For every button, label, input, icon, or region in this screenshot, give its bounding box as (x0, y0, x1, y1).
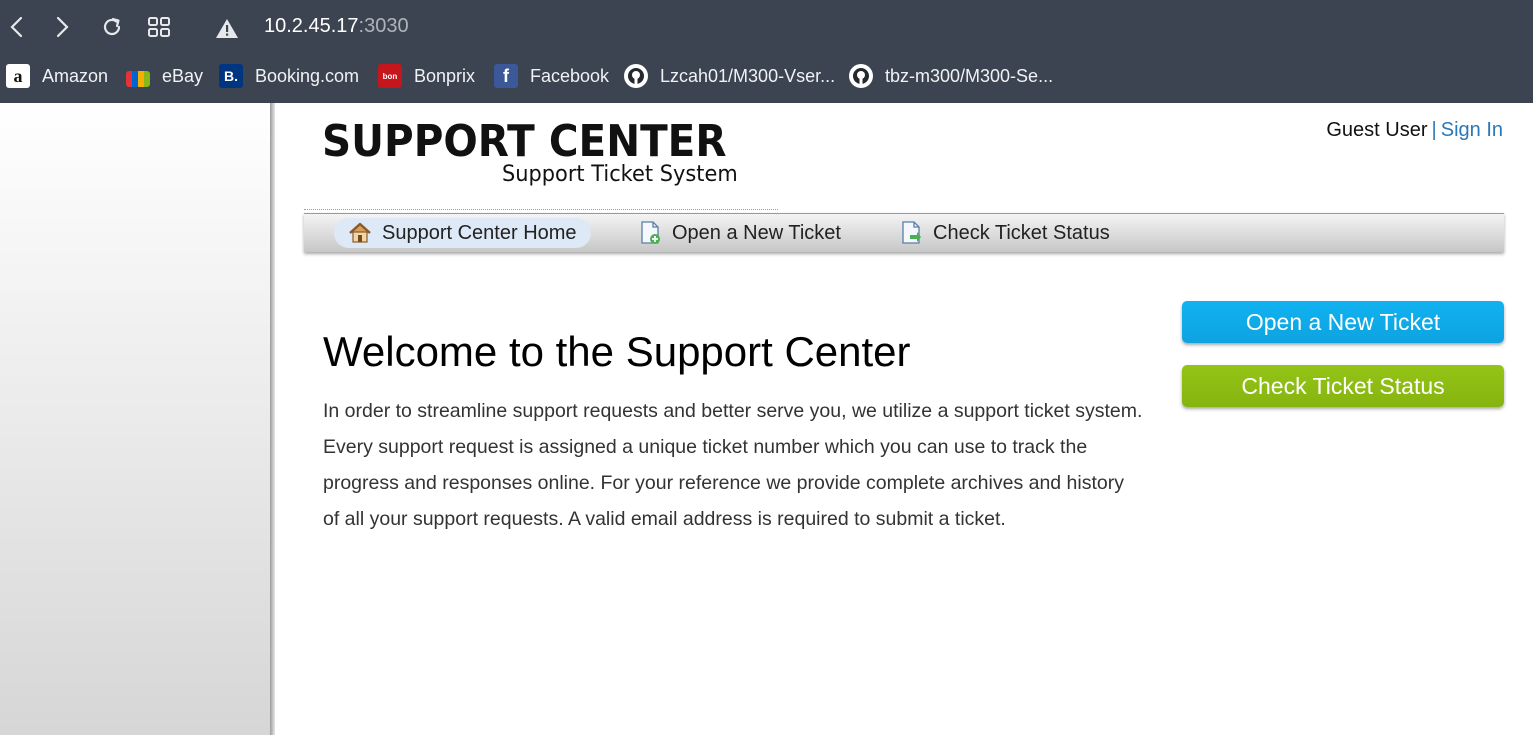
page-title: Welcome to the Support Center (323, 328, 911, 375)
content-shadow (270, 103, 275, 735)
apps-button[interactable] (142, 10, 176, 44)
bonprix-icon: bon (378, 64, 402, 88)
grid-icon (148, 17, 170, 37)
nav-label: Open a New Ticket (672, 221, 841, 244)
booking-icon: B. (219, 64, 243, 88)
bookmarks-bar: a Amazon eBay B. Booking.com bon Bonprix… (0, 58, 1533, 94)
bookmark-label: eBay (162, 65, 204, 86)
bookmark-github-tbz[interactable]: tbz-m300/M300-Se... (849, 62, 1053, 90)
forward-arrow-icon (56, 16, 69, 38)
welcome-paragraph: In order to streamline support requests … (323, 400, 1143, 530)
bookmark-bonprix[interactable]: bon Bonprix (378, 62, 475, 90)
header-divider (304, 209, 778, 210)
nav-label: Support Center Home (382, 221, 577, 244)
address-bar[interactable]: 10.2.45.17:3030 (264, 15, 409, 38)
bookmark-label: tbz-m300/M300-Se... (885, 65, 1054, 86)
forward-button[interactable] (45, 10, 79, 44)
bookmark-label: Booking.com (255, 65, 360, 86)
not-secure-warning-icon[interactable] (213, 14, 241, 42)
user-name: Guest User (1326, 119, 1428, 141)
nav-open-ticket[interactable]: Open a New Ticket (624, 218, 855, 248)
back-button[interactable] (0, 10, 34, 44)
page-gutter (0, 103, 272, 735)
github-icon (624, 64, 648, 88)
address-host: 10.2.45.17 (264, 15, 359, 37)
home-icon (348, 221, 372, 245)
bookmark-ebay[interactable]: eBay (126, 62, 203, 90)
user-separator: | (1431, 119, 1437, 141)
bookmark-booking[interactable]: B. Booking.com (219, 62, 359, 90)
nav-check-status[interactable]: Check Ticket Status (885, 218, 1124, 248)
bookmark-amazon[interactable]: a Amazon (6, 62, 108, 90)
main-nav: Support Center Home Open a New Ticket Ch… (304, 213, 1504, 252)
amazon-icon: a (6, 64, 30, 88)
reload-button[interactable] (95, 10, 129, 44)
site-logo[interactable]: SUPPORT CENTER Support Ticket System (322, 114, 782, 194)
bookmark-label: Amazon (42, 65, 109, 86)
back-arrow-icon (10, 16, 23, 38)
logo-subtitle: Support Ticket System (502, 162, 738, 187)
ticket-status-icon (899, 221, 923, 245)
bookmark-facebook[interactable]: f Facebook (494, 62, 609, 90)
github-icon (849, 64, 873, 88)
facebook-icon: f (494, 64, 518, 88)
browser-toolbar: 10.2.45.17:3030 a Amazon eBay B. Booking… (0, 0, 1533, 103)
reload-icon (103, 17, 121, 36)
sign-in-link[interactable]: Sign In (1441, 119, 1503, 141)
address-port: :3030 (358, 15, 409, 37)
bookmark-label: Facebook (530, 65, 610, 86)
new-ticket-icon (638, 221, 662, 245)
user-info: Guest User | Sign In (1326, 119, 1503, 142)
nav-home[interactable]: Support Center Home (334, 218, 591, 248)
check-status-button[interactable]: Check Ticket Status (1182, 365, 1504, 407)
nav-label: Check Ticket Status (933, 221, 1110, 244)
bookmark-github-lzcah01[interactable]: Lzcah01/M300-Vser... (624, 62, 835, 90)
bookmark-label: Bonprix (414, 65, 476, 86)
logo-title: SUPPORT CENTER (322, 116, 727, 167)
bookmark-label: Lzcah01/M300-Vser... (660, 65, 836, 86)
open-ticket-button[interactable]: Open a New Ticket (1182, 301, 1504, 343)
ebay-icon (126, 71, 150, 87)
